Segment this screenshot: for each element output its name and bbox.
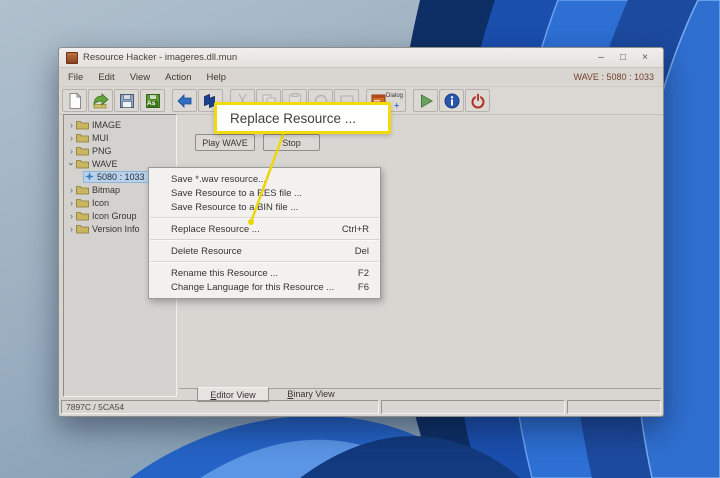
- selected-tree-item[interactable]: 5080 : 1033: [83, 171, 149, 183]
- chevron-right-icon[interactable]: ›: [67, 198, 76, 208]
- chevron-down-icon[interactable]: ›: [67, 159, 77, 168]
- statusbar: 7897C / 5CA54: [61, 400, 661, 414]
- tree-item-wave[interactable]: › WAVE: [64, 157, 118, 170]
- tree-item-label[interactable]: Icon Group: [92, 211, 137, 221]
- tree-item-wave-5080-1033[interactable]: 5080 : 1033: [64, 170, 149, 183]
- chevron-right-icon[interactable]: ›: [67, 224, 76, 234]
- menu-item-change-language[interactable]: Change Language for this Resource ... F6: [149, 280, 380, 294]
- save-button[interactable]: [114, 89, 139, 112]
- folder-icon: [76, 223, 89, 234]
- resource-star-icon: [85, 172, 94, 181]
- menu-item-shortcut: Ctrl+R: [342, 224, 369, 235]
- tree-item-icon[interactable]: › Icon: [64, 196, 109, 209]
- minimize-button[interactable]: –: [590, 50, 612, 66]
- tree-item-label[interactable]: WAVE: [92, 159, 118, 169]
- selected-resource-label: WAVE : 5080 : 1033: [573, 72, 654, 82]
- info-icon: [443, 92, 461, 110]
- tree-item-label[interactable]: Icon: [92, 198, 109, 208]
- menu-separator: [150, 261, 379, 263]
- app-icon: [66, 52, 78, 64]
- statusbar-panel: [381, 400, 565, 414]
- folder-icon: [76, 132, 89, 143]
- open-file-icon: [92, 92, 110, 110]
- new-file-button[interactable]: [62, 89, 87, 112]
- menu-item-shortcut: F6: [358, 282, 369, 293]
- tree-item-label[interactable]: Bitmap: [92, 185, 120, 195]
- menu-item-label: Save Resource to a BIN file ...: [171, 202, 298, 213]
- menu-item-delete-resource[interactable]: Delete Resource Del: [149, 244, 380, 258]
- play-icon: [417, 92, 435, 110]
- menu-item-label: Save Resource to a RES file ...: [171, 188, 302, 199]
- menu-separator: [150, 239, 379, 241]
- tree-item-png[interactable]: › PNG: [64, 144, 112, 157]
- menu-item-label: Delete Resource: [171, 246, 242, 257]
- tree-item-image[interactable]: › IMAGE: [64, 118, 121, 131]
- import-icon: [176, 92, 194, 110]
- statusbar-offsets: 7897C / 5CA54: [61, 400, 379, 414]
- dialog-plus-label: +: [394, 101, 399, 110]
- menu-file[interactable]: File: [68, 72, 83, 83]
- play-resource-button[interactable]: [413, 89, 438, 112]
- chevron-right-icon[interactable]: ›: [67, 146, 76, 156]
- import-resource-button[interactable]: [172, 89, 197, 112]
- folder-icon: [76, 184, 89, 195]
- maximize-button[interactable]: □: [612, 50, 634, 66]
- menu-action[interactable]: Action: [165, 72, 191, 83]
- tree-item-bitmap[interactable]: › Bitmap: [64, 183, 120, 196]
- power-icon: [469, 92, 487, 110]
- callout-label: Replace Resource ...: [230, 111, 356, 126]
- menu-item-save-bin[interactable]: Save Resource to a BIN file ...: [149, 200, 380, 214]
- replace-resource-callout: Replace Resource ...: [214, 102, 391, 134]
- menu-item-save-res[interactable]: Save Resource to a RES file ...: [149, 186, 380, 200]
- play-wave-button[interactable]: Play WAVE: [195, 134, 255, 151]
- open-file-button[interactable]: [88, 89, 113, 112]
- titlebar[interactable]: Resource Hacker - imageres.dll.mun – □ ×: [59, 48, 663, 68]
- tree-item-label[interactable]: 5080 : 1033: [97, 172, 145, 182]
- about-button[interactable]: [439, 89, 464, 112]
- menu-item-save-wav[interactable]: Save *.wav resource...: [149, 172, 380, 186]
- menu-separator: [150, 217, 379, 219]
- dialog-button-label: Dialog: [386, 93, 403, 99]
- tree-item-label[interactable]: Version Info: [92, 224, 140, 234]
- resource-context-menu: Save *.wav resource... Save Resource to …: [148, 167, 381, 299]
- tree-item-mui[interactable]: › MUI: [64, 131, 109, 144]
- menu-item-shortcut: Del: [355, 246, 369, 257]
- save-as-button[interactable]: As: [140, 89, 165, 112]
- menubar: File Edit View Action Help WAVE : 5080 :…: [59, 68, 663, 87]
- folder-icon: [76, 210, 89, 221]
- menu-item-rename-resource[interactable]: Rename this Resource ... F2: [149, 266, 380, 280]
- tree-item-version-info[interactable]: › Version Info: [64, 222, 140, 235]
- menu-item-label: Rename this Resource ...: [171, 268, 278, 279]
- exit-button[interactable]: [465, 89, 490, 112]
- tree-item-label[interactable]: IMAGE: [92, 120, 121, 130]
- tree-item-label[interactable]: MUI: [92, 133, 109, 143]
- stop-button[interactable]: Stop: [263, 134, 320, 151]
- menu-item-label: Replace Resource ...: [171, 224, 260, 235]
- tree-item-label[interactable]: PNG: [92, 146, 112, 156]
- folder-icon: [76, 145, 89, 156]
- chevron-right-icon[interactable]: ›: [67, 211, 76, 221]
- menu-view[interactable]: View: [130, 72, 150, 83]
- save-icon: [118, 92, 136, 110]
- menu-item-label: Change Language for this Resource ...: [171, 282, 334, 293]
- window-controls: – □ ×: [590, 50, 656, 66]
- save-as-label: As: [147, 100, 155, 107]
- menu-item-shortcut: F2: [358, 268, 369, 279]
- tree-item-icon-group[interactable]: › Icon Group: [64, 209, 137, 222]
- statusbar-panel: [567, 400, 661, 414]
- folder-icon: [76, 119, 89, 130]
- folder-icon: [76, 197, 89, 208]
- desktop: Resource Hacker - imageres.dll.mun – □ ×…: [0, 0, 720, 478]
- close-button[interactable]: ×: [634, 50, 656, 66]
- window-title: Resource Hacker - imageres.dll.mun: [83, 52, 237, 63]
- chevron-right-icon[interactable]: ›: [67, 120, 76, 130]
- menu-edit[interactable]: Edit: [98, 72, 114, 83]
- menu-item-replace-resource[interactable]: Replace Resource ... Ctrl+R: [149, 222, 380, 236]
- menu-help[interactable]: Help: [207, 72, 227, 83]
- menu-item-label: Save *.wav resource...: [171, 174, 266, 185]
- chevron-right-icon[interactable]: ›: [67, 133, 76, 143]
- new-file-icon: [66, 92, 84, 110]
- folder-icon: [76, 158, 89, 169]
- chevron-right-icon[interactable]: ›: [67, 185, 76, 195]
